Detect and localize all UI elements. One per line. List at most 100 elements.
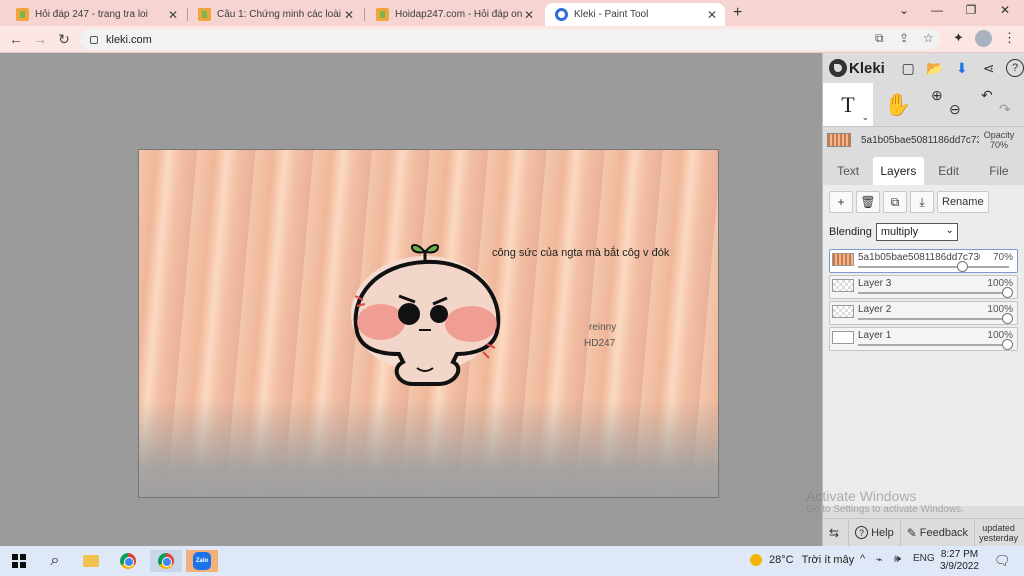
tab-title: Kleki - Paint Tool [574,9,649,20]
tab-close-icon[interactable]: ✕ [522,8,536,22]
tab-search-button[interactable]: ⌄ [889,3,919,17]
tab-kleki[interactable]: Kleki - Paint Tool ✕ [545,3,725,26]
weather-widget[interactable]: 28°C Trời ít mây [750,554,854,566]
opacity-slider-track[interactable] [858,318,1009,320]
tab-close-icon[interactable]: ✕ [342,8,356,22]
network-icon[interactable]: ⌁ [876,553,883,566]
zoom-out-icon[interactable]: ⊖ [949,101,961,118]
extensions-puzzle-icon[interactable]: ✦ [953,30,964,46]
open-folder-button[interactable]: 📂 [922,55,949,81]
updated-status[interactable]: updated yesterday [975,523,1018,543]
lock-icon[interactable] [90,35,98,44]
opacity-slider-handle[interactable] [1002,339,1013,350]
tab-hoidap-3[interactable]: Hoidap247.com - Hỏi đáp online ✕ [366,3,542,26]
layer-list: 5a1b05bae5081186dd7c730e 70% Layer 3 100… [823,245,1024,506]
opacity-slider-track[interactable] [858,292,1009,294]
kleki-logo-icon [829,59,847,77]
opacity-slider-handle[interactable] [957,261,968,272]
new-image-button[interactable]: ▢ [895,55,922,81]
share-page-icon[interactable]: ⇪ [899,31,909,45]
canvas-text-caption: công sức của ngta mà bắt côg v đók [492,247,670,259]
tray-chevron-icon[interactable]: ^ [860,553,865,565]
chrome-taskbar-button[interactable] [117,550,139,572]
reload-button[interactable]: ↻ [55,31,73,48]
opacity-slider-handle[interactable] [1002,313,1013,324]
layer-action-bar: + 🗑 ⧉ ⤓ Rename [823,185,1024,219]
opacity-slider-track[interactable] [858,344,1009,346]
canvas-workspace[interactable]: công sức của ngta mà bắt côg v đók reinn… [0,53,822,546]
zoom-in-icon[interactable]: ⊕ [931,87,943,104]
minimize-button[interactable]: — [922,3,952,17]
chrome-icon [158,553,174,569]
add-layer-button[interactable]: + [829,191,853,213]
text-tool-icon: T [841,91,855,117]
url-text[interactable]: kleki.com [106,34,152,46]
download-button[interactable]: ⬇ [948,55,975,81]
layer-item[interactable]: Layer 1 100% [829,327,1018,351]
language-indicator[interactable]: ENG [913,553,935,564]
share-button[interactable]: ⋖ [975,55,1002,81]
search-icon[interactable]: ⌕ [44,550,66,572]
opacity-slider-track[interactable] [858,266,1009,268]
chrome-icon [120,553,136,569]
duplicate-layer-button[interactable]: ⧉ [883,191,907,213]
restore-button[interactable]: ❐ [956,3,986,17]
canvas-text-author: reinny [589,322,617,333]
layer-item[interactable]: Layer 2 100% [829,301,1018,325]
help-label: Help [871,526,894,539]
notifications-icon[interactable]: 🗨 [994,553,1011,569]
tab-hoidap-2[interactable]: Câu 1: Chứng minh các loài sinh ✕ [188,3,362,26]
text-tool-button[interactable]: T ⌄ [823,83,873,126]
tab-hoidap-1[interactable]: Hỏi đáp 247 - trang tra loi ✕ [6,3,186,26]
hand-tool-button[interactable]: ✋ [873,83,923,126]
system-clock[interactable]: 8:27 PM 3/9/2022 [940,549,979,573]
layer-name: Layer 3 [858,278,892,289]
layer-item[interactable]: Layer 3 100% [829,275,1018,299]
drawing-canvas[interactable]: công sức của ngta mà bắt côg v đók reinn… [138,149,719,498]
file-explorer-button[interactable] [80,550,102,572]
close-window-button[interactable]: ✕ [990,3,1020,17]
feedback-button[interactable]: ✎ Feedback [901,518,976,547]
swap-panel-side-button[interactable]: ⇆ [823,518,850,547]
translate-icon[interactable]: ⧉ [875,31,884,46]
tab-text[interactable]: Text [823,157,873,185]
back-button[interactable]: ← [7,31,25,47]
help-icon[interactable]: ? [1006,59,1024,77]
tab-file[interactable]: File [974,157,1024,185]
tab-layers[interactable]: Layers [873,157,924,185]
blending-select[interactable]: multiply ⌄ [875,223,958,241]
merge-layer-button[interactable]: ⤓ [910,191,934,213]
tab-edit[interactable]: Edit [924,157,974,185]
redo-icon[interactable]: ↷ [999,101,1011,118]
volume-icon[interactable]: 🕪 [894,553,901,566]
clock-time: 8:27 PM [940,549,979,560]
rename-layer-button[interactable]: Rename [937,191,989,213]
bookmark-star-icon[interactable]: ☆ [923,31,934,45]
layer-name: Layer 1 [858,330,892,341]
profile-avatar[interactable] [975,30,992,47]
opacity-slider-handle[interactable] [1002,287,1013,298]
zalo-taskbar-button[interactable]: Zalo [186,550,218,572]
chevron-down-icon[interactable]: ⌄ [861,112,869,123]
blending-value: multiply [880,226,919,238]
tab-close-icon[interactable]: ✕ [166,8,180,22]
layer-thumbnail [832,305,854,318]
tab-title: Câu 1: Chứng minh các loài sinh [217,9,342,20]
new-tab-button[interactable]: + [733,4,742,22]
watermark-subtitle: Go to Settings to activate Windows. [806,504,964,515]
delete-layer-button[interactable]: 🗑 [856,191,880,213]
url-omnibox[interactable]: kleki.com [80,29,940,50]
blending-label: Blending [829,226,872,238]
opacity-label: Opacity [983,130,1015,140]
forward-button[interactable]: → [31,31,49,47]
tool-row: T ⌄ ✋ ⊕ ⊖ ↶ ↷ [823,83,1024,127]
kleki-logo[interactable]: Kleki [829,59,895,77]
activate-windows-watermark: Activate Windows Go to Settings to activ… [806,488,964,515]
layer-item[interactable]: 5a1b05bae5081186dd7c730e 70% [829,249,1018,273]
start-button[interactable] [8,550,30,572]
undo-icon[interactable]: ↶ [981,87,993,104]
chrome-active-taskbar-button[interactable] [150,550,182,572]
browser-menu-icon[interactable]: ⋮ [1003,30,1016,46]
help-button[interactable]: ? Help [849,518,901,547]
tab-close-icon[interactable]: ✕ [705,8,719,22]
